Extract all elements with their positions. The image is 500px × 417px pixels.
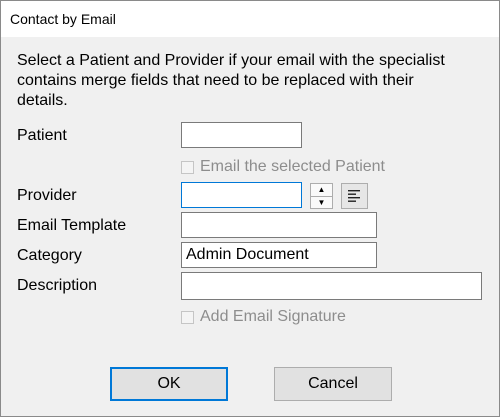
provider-label: Provider: [17, 187, 77, 204]
instructions-text: Select a Patient and Provider if your em…: [17, 52, 445, 109]
email-patient-checkbox-box[interactable]: [181, 160, 194, 174]
add-signature-checkbox-box[interactable]: [181, 310, 194, 324]
patient-input[interactable]: [181, 122, 302, 148]
patient-label: Patient: [17, 127, 67, 144]
spin-down-icon[interactable]: ▼: [311, 197, 332, 209]
add-signature-checkbox[interactable]: Add Email Signature: [181, 308, 346, 326]
email-template-input[interactable]: [181, 212, 377, 238]
category-input[interactable]: [181, 242, 377, 268]
category-label: Category: [17, 247, 82, 264]
add-signature-checkbox-label: Add Email Signature: [200, 308, 346, 325]
align-left-icon: [348, 190, 360, 202]
contact-by-email-dialog: Contact by Email Select a Patient and Pr…: [0, 0, 500, 417]
email-patient-checkbox[interactable]: Email the selected Patient: [181, 158, 385, 176]
cancel-button[interactable]: Cancel: [274, 367, 392, 401]
ok-button[interactable]: OK: [110, 367, 228, 401]
description-label: Description: [17, 277, 98, 294]
title-bar: Contact by Email: [1, 1, 499, 37]
description-input[interactable]: [181, 272, 482, 300]
email-patient-checkbox-label: Email the selected Patient: [200, 158, 385, 175]
provider-input[interactable]: [181, 182, 302, 208]
align-left-button[interactable]: [341, 183, 368, 209]
spin-up-icon[interactable]: ▲: [311, 184, 332, 196]
window-title: Contact by Email: [10, 11, 116, 27]
provider-spinner[interactable]: ▲ ▼: [310, 183, 333, 209]
email-template-label: Email Template: [17, 217, 127, 234]
